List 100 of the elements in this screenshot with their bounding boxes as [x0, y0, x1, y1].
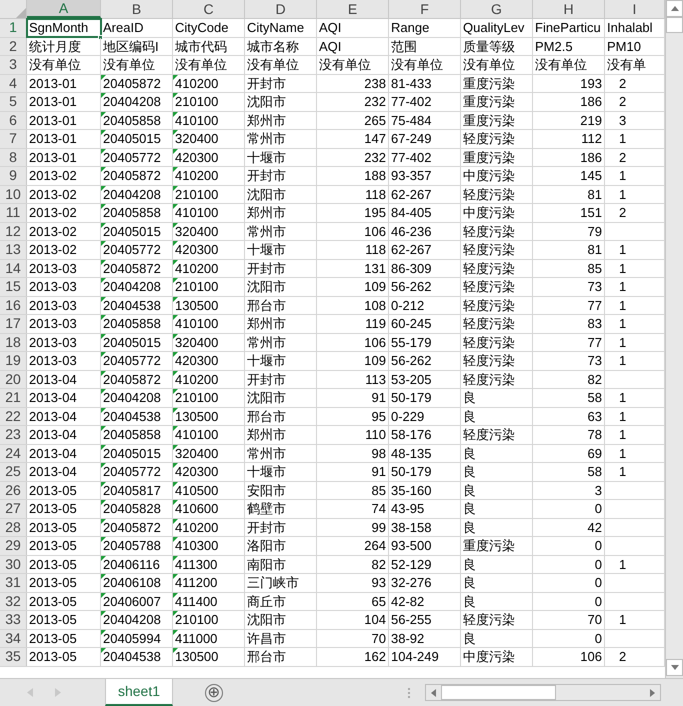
table-cell: 118 — [365, 243, 386, 256]
error-flag-icon — [101, 186, 106, 190]
table-cell: 轻度污染 — [463, 243, 515, 256]
table-cell: 109 — [364, 280, 386, 294]
row-header[interactable]: 35 — [0, 648, 27, 666]
error-flag-icon — [173, 500, 178, 505]
table-cell: CityName — [247, 21, 304, 34]
table-cell: 轻度污染 — [463, 298, 515, 312]
vertical-scrollbar[interactable] — [665, 0, 683, 678]
table-cell: 75-484 — [391, 114, 432, 127]
row-header[interactable]: 15 — [0, 278, 27, 296]
column-header[interactable]: D — [245, 0, 317, 18]
row-header[interactable]: 20 — [0, 370, 27, 388]
table-cell: 1 — [619, 317, 626, 330]
scroll-thumb[interactable] — [441, 685, 556, 700]
error-flag-icon — [173, 130, 178, 135]
column-header[interactable]: A — [27, 0, 101, 18]
table-cell: 60-245 — [391, 317, 432, 330]
table-cell: 2013-04 — [29, 410, 77, 423]
column-header[interactable]: E — [317, 0, 389, 18]
row-header[interactable]: 8 — [0, 148, 27, 166]
scroll-down-button[interactable] — [666, 659, 683, 676]
table-cell: 1 — [619, 169, 626, 182]
table-cell: 2013-03 — [29, 317, 77, 330]
row-header[interactable]: 28 — [0, 518, 27, 536]
error-flag-icon — [173, 260, 178, 264]
table-cell: 410200 — [175, 169, 218, 182]
row-header[interactable]: 27 — [0, 500, 27, 518]
table-cell: FineParticu — [535, 21, 601, 34]
column-header[interactable]: C — [173, 0, 245, 18]
table-cell: AQI — [319, 40, 342, 53]
row-header[interactable]: 6 — [0, 112, 27, 129]
row-header[interactable]: 13 — [0, 241, 27, 258]
row-header[interactable]: 18 — [0, 334, 27, 351]
row-header[interactable]: 9 — [0, 167, 27, 184]
row-header[interactable]: 17 — [0, 315, 27, 332]
row-header[interactable]: 23 — [0, 426, 27, 444]
row-header[interactable]: 25 — [0, 463, 27, 480]
row-header[interactable]: 29 — [0, 537, 27, 554]
row-header[interactable]: 2 — [0, 38, 27, 55]
row-header[interactable]: 33 — [0, 611, 27, 628]
table-cell: 中度污染 — [463, 169, 515, 182]
row-header[interactable]: 11 — [0, 204, 27, 222]
table-cell: 58 — [588, 465, 602, 478]
table-cell: 1 — [619, 188, 626, 201]
row-header[interactable]: 34 — [0, 630, 27, 647]
row-header[interactable]: 24 — [0, 444, 27, 462]
row-header[interactable]: 10 — [0, 186, 27, 203]
table-cell: 轻度污染 — [463, 372, 515, 386]
row-header[interactable]: 26 — [0, 482, 27, 499]
table-cell: 20405772 — [103, 243, 161, 256]
row-header[interactable]: 4 — [0, 74, 27, 92]
error-flag-icon — [101, 500, 106, 505]
error-flag-icon — [173, 389, 178, 394]
column-header[interactable]: G — [461, 0, 533, 18]
row-header[interactable]: 1 — [0, 19, 27, 36]
table-cell: 2013-01 — [29, 150, 77, 164]
table-cell: 轻度污染 — [463, 428, 515, 442]
table-cell: 410200 — [175, 520, 218, 534]
table-cell: 109 — [364, 354, 386, 368]
table-cell: 开封市 — [247, 520, 286, 534]
row-header[interactable]: 12 — [0, 222, 27, 240]
row-header[interactable]: 14 — [0, 260, 27, 277]
table-cell: 93-500 — [391, 539, 432, 552]
row-header[interactable]: 31 — [0, 574, 27, 592]
corner-triangle-icon — [16, 8, 26, 18]
row-header[interactable]: 21 — [0, 389, 27, 406]
row-header[interactable]: 30 — [0, 556, 27, 573]
row-header[interactable]: 3 — [0, 56, 27, 74]
previous-sheet-icon[interactable] — [27, 688, 33, 697]
row-header[interactable]: 22 — [0, 408, 27, 425]
error-flag-icon — [173, 315, 178, 320]
row-header[interactable]: 16 — [0, 296, 27, 314]
horizontal-scrollbar[interactable] — [425, 684, 661, 701]
row-header[interactable]: 7 — [0, 130, 27, 148]
column-header[interactable]: B — [101, 0, 173, 18]
table-cell: 开封市 — [247, 262, 286, 275]
next-sheet-icon[interactable] — [55, 688, 61, 697]
row-header[interactable]: 19 — [0, 352, 27, 370]
scroll-thumb[interactable] — [666, 17, 683, 33]
table-cell: 210100 — [175, 188, 218, 201]
table-cell: 410600 — [175, 502, 218, 516]
scroll-up-button[interactable] — [666, 0, 683, 17]
table-cell: 20405828 — [103, 502, 161, 516]
error-flag-icon — [101, 241, 106, 246]
table-cell: 郑州市 — [247, 114, 286, 127]
table-cell: 186 — [580, 95, 602, 108]
table-cell: 410100 — [175, 114, 218, 127]
row-header[interactable]: 32 — [0, 592, 27, 610]
add-sheet-button[interactable]: ⊕ — [205, 684, 223, 702]
table-cell: 20405772 — [103, 465, 161, 478]
fill-handle[interactable] — [98, 34, 103, 40]
column-header[interactable]: H — [533, 0, 605, 18]
table-cell: 2013-05 — [29, 594, 77, 608]
row-header[interactable]: 5 — [0, 93, 27, 110]
table-cell: 151 — [580, 206, 602, 220]
table-cell: 1 — [619, 243, 626, 256]
column-header[interactable]: F — [389, 0, 461, 18]
table-cell: 265 — [364, 114, 386, 127]
sheet-tab[interactable]: sheet1 — [105, 678, 173, 706]
